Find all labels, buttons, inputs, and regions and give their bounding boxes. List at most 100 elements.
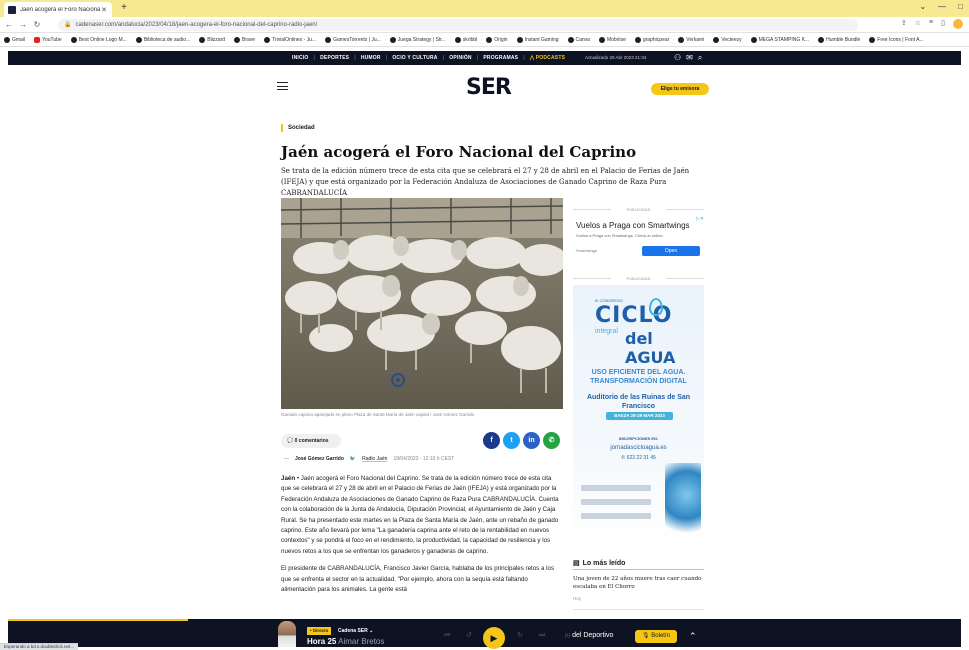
chevron-up-icon[interactable]: ⌃ (689, 630, 697, 643)
ad-integral: integral (595, 328, 618, 335)
site-logo[interactable]: SER (466, 77, 516, 99)
bookmark-icon (389, 36, 396, 43)
rewind-icon[interactable]: ↺ (466, 631, 472, 641)
nav-item[interactable]: DEPORTES (320, 55, 349, 61)
close-icon[interactable]: ✕ (100, 6, 108, 14)
most-read-item[interactable]: Una joven de 22 años muere tras caer cua… (573, 575, 704, 591)
ad-date: BAEZA 28-29 MAR 2023 (606, 412, 673, 420)
bookmark-label: Origin (494, 36, 508, 43)
nav-item[interactable]: OCIO Y CULTURA (392, 55, 437, 61)
deportivo-link[interactable]: (•) del Deportivo (565, 631, 613, 641)
forward-icon[interactable]: → (18, 19, 28, 31)
ad-brand: Smartwings (576, 248, 597, 253)
nav-item[interactable]: HUMOR (361, 55, 381, 61)
bookmark-item[interactable]: GamesTorrents | Ju... (325, 36, 381, 43)
article-photo[interactable] (281, 198, 563, 409)
forward-15-icon[interactable]: ↻ (517, 631, 523, 641)
radio-link[interactable]: Radio Jaén (362, 456, 387, 462)
address-bar: ← → ↻ 🔒 cadenaser.com/andalucia/2023/04/1… (0, 17, 969, 33)
nav-item[interactable]: PROGRAMAS (483, 55, 518, 61)
nav-item-podcasts[interactable]: ⋀ PODCASTS (530, 55, 565, 61)
most-read-time: Hoy (573, 596, 582, 601)
bookmark-item[interactable]: Humble Bundle (818, 36, 861, 43)
bookmark-item[interactable]: MEGA STAMPING K... (750, 36, 809, 43)
nav-items: INICIO | DEPORTES | HUMOR | OCIO Y CULTURA | OPI… (292, 51, 565, 65)
whatsapp-icon[interactable]: ✆ (543, 432, 560, 449)
bookmark-item[interactable]: Free Icons | Font A... (869, 36, 924, 43)
bookmark-item[interactable]: skribbl (454, 36, 477, 43)
star-icon[interactable]: ☆ (915, 19, 921, 29)
podcast-icon: 🎙 (642, 633, 652, 639)
smartwings-ad[interactable]: ▷✕ Vuelos a Praga con Smartwings Vuelos … (573, 216, 704, 262)
bookmark-label: Humble Bundle (826, 36, 861, 43)
elige-emisora-button[interactable]: Elige tu emisora (651, 83, 709, 95)
chevron-down-icon[interactable]: ⌄ (919, 2, 926, 11)
share-icon[interactable]: ⇪ (901, 19, 907, 29)
sidepanel-icon[interactable]: ▯ (941, 19, 945, 29)
boletin-button[interactable]: 🎙 Boletín (635, 630, 677, 643)
minimize-icon[interactable]: — (938, 2, 946, 11)
article-paragraph: El presidente de CABRANDALUCÍA, Francisc… (281, 565, 555, 594)
url-field[interactable]: 🔒 cadenaser.com/andalucia/2023/04/18/jaen… (58, 19, 858, 31)
skip-forward-icon[interactable]: ⏭ (539, 631, 545, 641)
station-selector[interactable]: Cadena SER ⌄ (338, 627, 373, 635)
extensions-icon[interactable]: ≡ (929, 19, 933, 29)
goats-photo-image (281, 198, 563, 409)
menu-icon[interactable] (277, 82, 288, 90)
directo-badge: • Directo (307, 627, 332, 635)
bookmark-item[interactable]: graphicpear (634, 36, 669, 43)
show-host: Aimar Bretos (338, 637, 385, 646)
bookmark-label: Canva (575, 36, 590, 43)
bookmark-item[interactable]: Biblioteca de audio... (135, 36, 190, 43)
bookmark-item[interactable]: Origin (486, 36, 508, 43)
bookmark-item[interactable]: Verkami (678, 36, 704, 43)
bookmark-item[interactable]: Brave (234, 36, 255, 43)
bookmark-label: Juega Strategy | Str... (397, 36, 446, 43)
browser-tab[interactable]: Jaén acogerá el Foro Nacional d ✕ (4, 2, 112, 17)
bookmark-item[interactable]: Vecteezy (713, 36, 742, 43)
bookmark-item[interactable]: Gmail (4, 36, 25, 43)
bookmark-item[interactable]: Instant Gaming (516, 36, 559, 43)
bookmark-item[interactable]: Canva (567, 36, 590, 43)
linkedin-icon[interactable]: in (523, 432, 540, 449)
nav-separator: | (354, 55, 356, 61)
maximize-icon[interactable]: □ (958, 2, 963, 11)
facebook-icon[interactable]: f (483, 432, 500, 449)
author-name[interactable]: José Gómez Garrido (295, 456, 344, 462)
play-button[interactable]: ▶ (483, 627, 505, 649)
bookmark-item[interactable]: Juega Strategy | Str... (389, 36, 446, 43)
nav-item[interactable]: INICIO (292, 55, 308, 61)
comment-icon: 💬 (287, 438, 294, 444)
ad-site: jornadascicloagua.es (610, 445, 667, 451)
ad-title[interactable]: Vuelos a Praga con Smartwings (576, 221, 690, 230)
twitter-icon[interactable]: t (503, 432, 520, 449)
favicon-icon (8, 5, 16, 14)
ad-open-button[interactable]: Open (642, 246, 700, 256)
comments-button[interactable]: 💬 0 comentarios (281, 434, 341, 448)
comments-label: 0 comentarios (294, 438, 329, 444)
bookmark-icon (234, 36, 241, 43)
search-icon[interactable]: ⌕ (698, 53, 702, 63)
bookmark-item[interactable]: Blizzard (199, 36, 225, 43)
ciclo-agua-ad[interactable]: III CONGRESO CICLO integral del AGUA USO… (573, 285, 704, 547)
section-tag[interactable]: Sociedad (281, 124, 315, 132)
bookmark-item[interactable]: TrivialOnlines - Ju... (264, 36, 316, 43)
bookmark-icon (199, 36, 206, 43)
bookmark-item[interactable]: Mobirise (598, 36, 626, 43)
bookmark-item[interactable]: Best Online Logo M... (70, 36, 127, 43)
reload-icon[interactable]: ↻ (32, 19, 42, 31)
twitter-bird-icon[interactable]: 🐦 (350, 456, 356, 462)
skip-back-icon[interactable]: ⏮ (444, 631, 450, 641)
back-icon[interactable]: ← (4, 19, 14, 31)
new-tab-button[interactable]: + (118, 2, 130, 14)
profile-avatar[interactable] (953, 19, 963, 29)
nav-item[interactable]: OPINIÓN (449, 55, 472, 61)
paragraph-text: • Jaén acogerá el Foro Nacional del Capr… (281, 475, 559, 555)
mail-icon[interactable]: ✉ (686, 53, 693, 63)
publicidad-label: PUBLICIDAD (573, 207, 704, 212)
nav-separator: | (476, 55, 479, 61)
bookmark-item[interactable]: YouTube (34, 36, 62, 43)
ad-choices-icon[interactable]: ▷✕ (696, 216, 704, 222)
user-icon[interactable]: ⚇ (674, 53, 681, 63)
photo-caption: Ganado caprino aparejado en pleno Plaza … (281, 412, 475, 417)
